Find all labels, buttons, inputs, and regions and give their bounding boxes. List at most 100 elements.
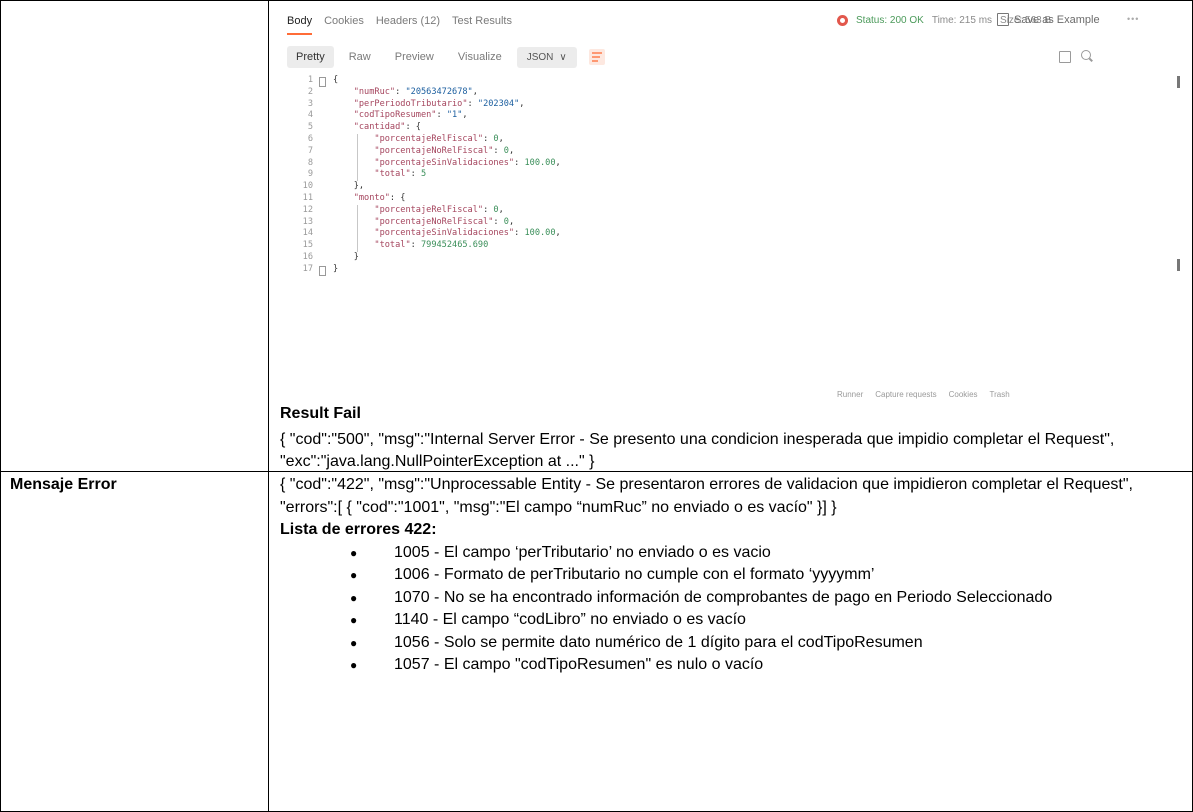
more-options-icon[interactable]: ••• [1127,14,1139,24]
tab-body[interactable]: Body [287,15,313,35]
code-line: 17} [277,264,1147,276]
table-cell-error-details: { "cod":"422", "msg":"Unprocessable Enti… [268,471,1193,812]
format-value: JSON [526,51,554,63]
line-number: 9 [307,169,313,180]
document-table: Body Cookies Headers (12) Test Results S… [0,0,1193,812]
code-text: "codTipoResumen": "1", [353,110,468,121]
response-time: Time: 215 ms [931,15,993,26]
response-tabs: Body Cookies Headers (12) Test Results [287,15,512,35]
table-cell-response: Body Cookies Headers (12) Test Results S… [268,0,1193,472]
raw-button[interactable]: Raw [340,46,380,68]
list-item: 1140 - El campo “codLibro” no enviado o … [350,609,1185,632]
format-select[interactable]: JSON ∨ [516,46,577,68]
code-line: 10 }, [277,181,1147,193]
list-item: 1070 - No se ha encontrado información d… [350,587,1185,610]
visualize-button[interactable]: Visualize [449,46,511,68]
error-list: 1005 - El campo ‘perTributario’ no envia… [280,542,1185,677]
line-number: 14 [302,228,313,239]
code-text: "perPeriodoTributario": "202304", [353,98,525,109]
chevron-down-icon: ∨ [559,51,567,63]
tab-cookies[interactable]: Cookies [324,15,364,35]
mensaje-error-label: Mensaje Error [10,476,117,493]
error-details: { "cod":"422", "msg":"Unprocessable Enti… [280,474,1185,677]
preview-button[interactable]: Preview [386,46,443,68]
cookies-link[interactable]: Cookies [949,390,978,399]
code-text: { [333,75,339,85]
table-cell-label: Mensaje Error [0,471,269,812]
code-text: "porcentajeSinValidaciones": 100.00, [374,157,561,168]
line-number: 5 [307,122,313,133]
pretty-button[interactable]: Pretty [287,46,334,68]
code-line: 5 "cantidad": { [277,122,1147,134]
code-text: "total": 5 [374,169,427,180]
fold-marker-icon[interactable] [319,77,326,87]
search-icon[interactable] [1081,50,1091,60]
wrap-lines-icon[interactable] [588,49,605,65]
error-422-body: { "cod":"422", "msg":"Unprocessable Enti… [280,476,1133,516]
code-line: 14 "porcentajeSinValidaciones": 100.00, [277,228,1147,240]
runner-link[interactable]: Runner [837,390,863,399]
code-text: }, [333,181,365,192]
scrollbar-thumb[interactable] [1177,259,1180,271]
line-number: 2 [307,86,313,97]
code-text: "porcentajeSinValidaciones": 100.00, [374,228,561,239]
indent-guide [357,134,358,182]
postman-response-screenshot: Body Cookies Headers (12) Test Results S… [277,1,1190,401]
code-text: "cantidad": { [353,122,421,133]
capture-requests-link[interactable]: Capture requests [875,390,936,399]
code-text: "monto": { [353,192,406,203]
line-number: 13 [302,216,313,227]
code-line: 6 "porcentajeRelFiscal": 0, [277,134,1147,146]
trash-link[interactable]: Trash [990,390,1010,399]
code-line: 3 "perPeriodoTributario": "202304", [277,99,1147,111]
list-item: 1057 - El campo "codTipoResumen" es nulo… [350,654,1185,677]
json-code-view: 1{2 "numRuc": "20563472678", 3 "perPeriod… [277,75,1147,276]
code-line: 13 "porcentajeNoRelFiscal": 0, [277,217,1147,229]
line-number: 3 [307,98,313,109]
indent-guide [357,204,358,252]
code-line: 2 "numRuc": "20563472678", [277,87,1147,99]
code-line: 8 "porcentajeSinValidaciones": 100.00, [277,158,1147,170]
line-number: 6 [307,133,313,144]
result-fail-body: { "cod":"500", "msg":"Internal Server Er… [280,431,1115,470]
save-label: Save as Example [1014,13,1100,26]
list-item: 1056 - Solo se permite dato numérico de … [350,632,1185,655]
save-icon [997,13,1009,26]
line-number: 12 [302,204,313,215]
line-number: 1 [307,75,313,85]
error-list-title: Lista de errores 422: [280,521,437,538]
line-number: 15 [302,240,313,251]
code-text: } [333,263,339,274]
code-text: "porcentajeRelFiscal": 0, [374,133,504,144]
code-line: 4 "codTipoResumen": "1", [277,110,1147,122]
code-text: "numRuc": "20563472678", [353,86,478,97]
code-line: 1{ [277,75,1147,87]
table-cell-empty [0,0,269,472]
globe-icon [837,15,848,26]
tab-headers[interactable]: Headers (12) [376,15,440,35]
postman-footer: Runner Capture requests Cookies Trash [837,390,1010,399]
list-item: 1005 - El campo ‘perTributario’ no envia… [350,542,1185,565]
list-item: 1006 - Formato de perTributario no cumpl… [350,564,1185,587]
status-code: Status: 200 OK [856,15,924,26]
save-as-example-button[interactable]: Save as Example [997,13,1100,26]
code-text: "porcentajeNoRelFiscal": 0, [374,216,515,227]
line-number: 7 [307,145,313,156]
code-line: 15 "total": 799452465.690 [277,240,1147,252]
line-number: 10 [302,181,313,192]
code-text: "porcentajeNoRelFiscal": 0, [374,145,515,156]
format-toolbar: Pretty Raw Preview Visualize JSON ∨ [287,46,605,68]
code-line: 16 } [277,252,1147,264]
scrollbar-thumb[interactable] [1177,76,1180,88]
code-line: 11 "monto": { [277,193,1147,205]
line-number: 17 [302,263,313,274]
code-text: } [333,251,359,262]
fold-marker-icon[interactable] [319,265,326,276]
code-line: 7 "porcentajeNoRelFiscal": 0, [277,146,1147,158]
result-fail-title: Result Fail [280,405,361,422]
copy-icon[interactable] [1059,51,1071,63]
tab-test-results[interactable]: Test Results [452,15,512,35]
code-line: 12 "porcentajeRelFiscal": 0, [277,205,1147,217]
code-line: 9 "total": 5 [277,169,1147,181]
code-text: "porcentajeRelFiscal": 0, [374,204,504,215]
